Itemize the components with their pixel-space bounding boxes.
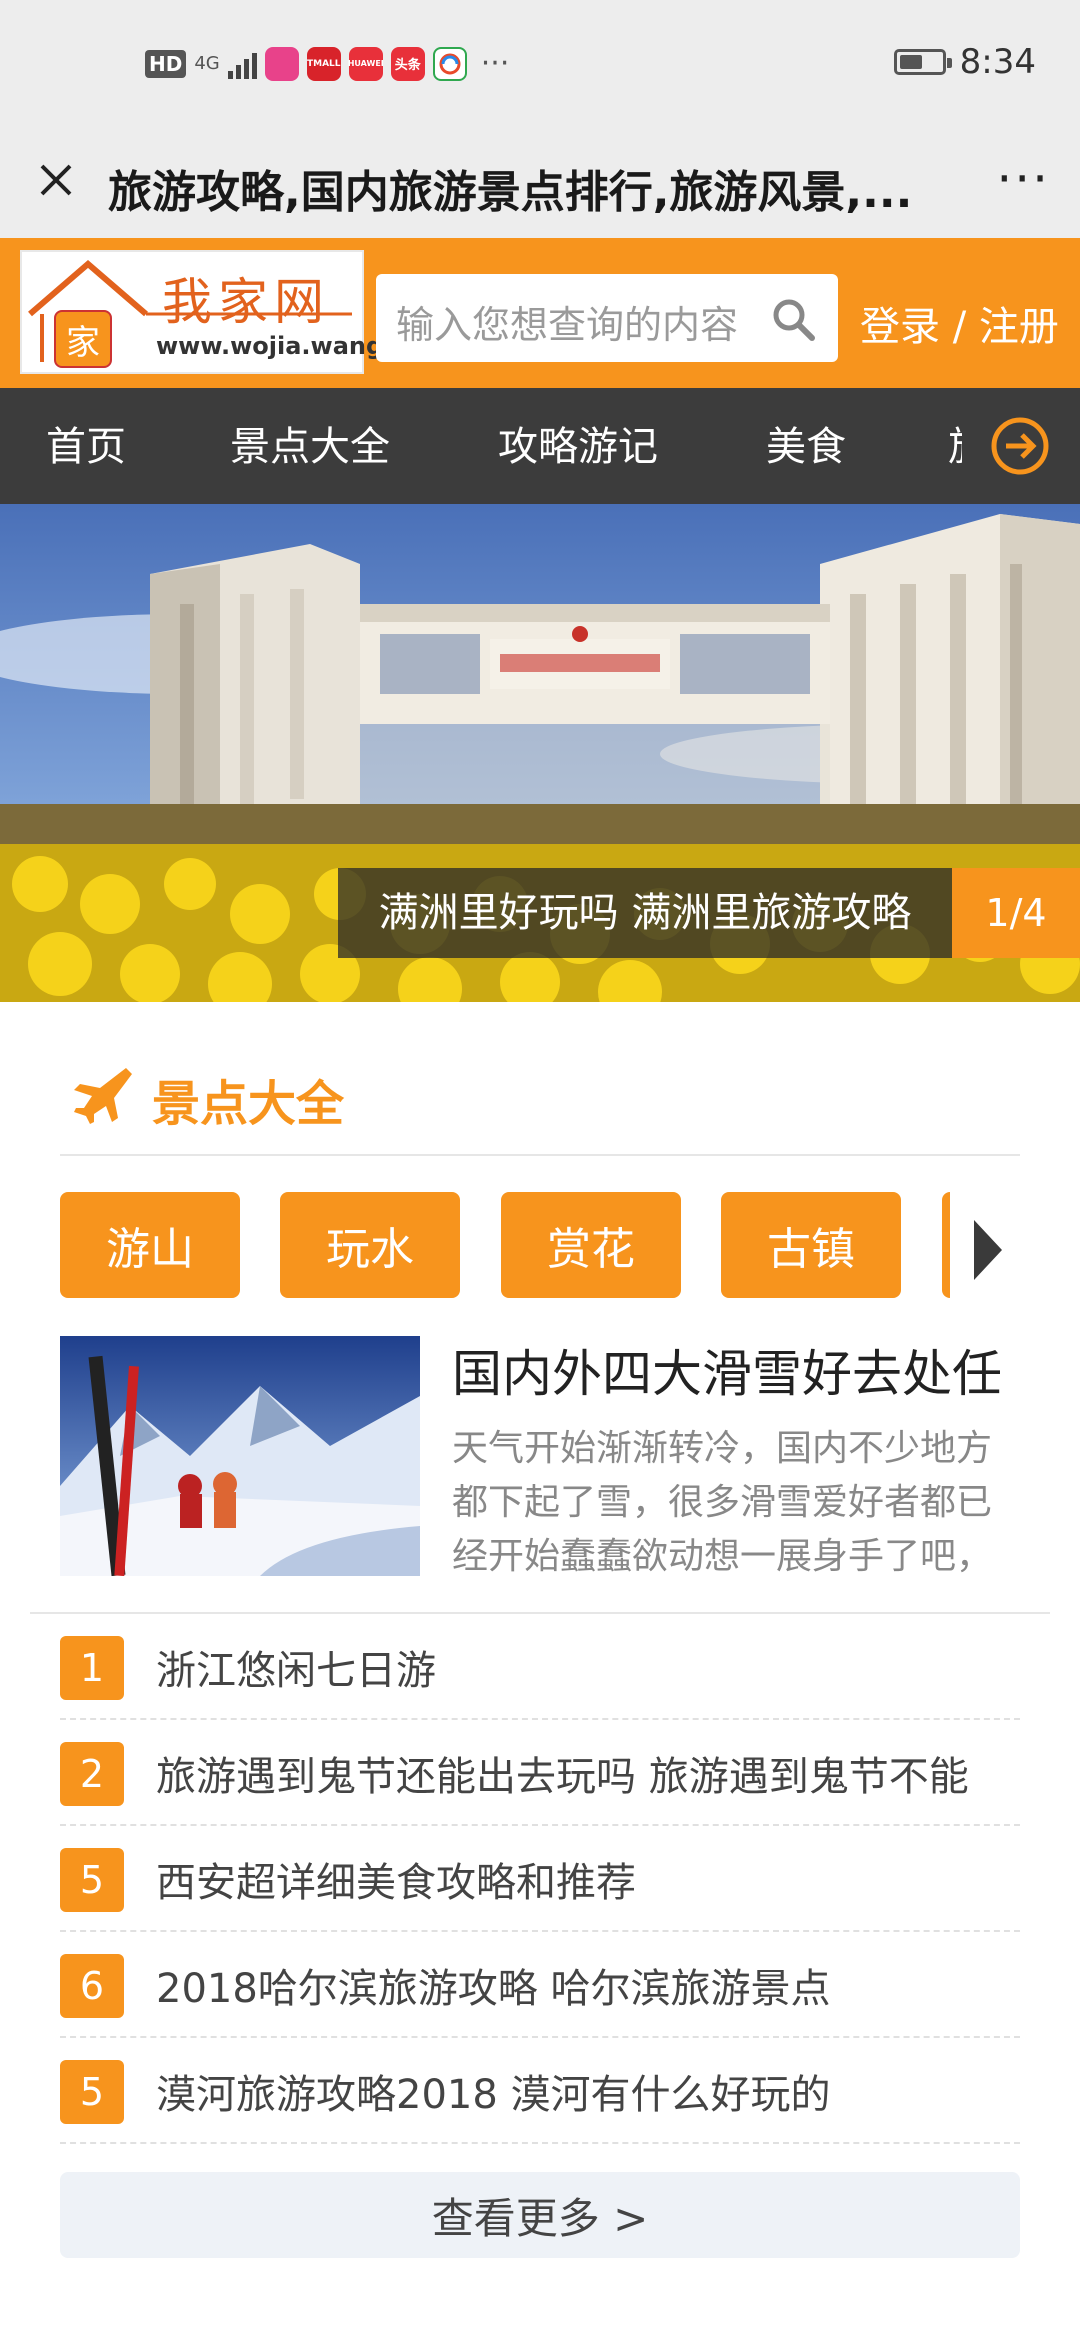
hd-indicator: HD: [145, 49, 187, 78]
logo-badge: 家: [54, 310, 112, 368]
nav-item-attractions[interactable]: 景点大全: [230, 414, 390, 472]
view-more-button[interactable]: 查看更多 >: [60, 2172, 1020, 2258]
article-list: 1 浙江悠闲七日游 2 旅游遇到鬼节还能出去玩吗 旅游遇到鬼节不能 5 西安超详…: [60, 1614, 1020, 2144]
triangle-right-icon[interactable]: [970, 1220, 1006, 1280]
tmall-icon: TMALL: [306, 46, 341, 81]
rank-badge: 1: [60, 1636, 124, 1700]
main-nav: 首页 景点大全 攻略游记 美食 旅: [0, 388, 1080, 504]
hero-banner[interactable]: 满洲里好玩吗 满洲里旅游攻略 1/4: [0, 504, 1080, 1002]
nav-item-guides[interactable]: 攻略游记: [498, 414, 658, 472]
huawei-icon: HUAWEI: [348, 46, 384, 81]
section-title: 景点大全: [152, 1076, 345, 1132]
banner-caption[interactable]: 满洲里好玩吗 满洲里旅游攻略: [338, 868, 952, 958]
rank-badge: 6: [60, 1954, 124, 2018]
browser-icon: [432, 46, 467, 81]
list-item[interactable]: 5 西安超详细美食攻略和推荐: [60, 1826, 1020, 1932]
close-icon[interactable]: [28, 152, 84, 208]
page-title: 旅游攻略,国内旅游景点排行,旅游风景,...: [108, 167, 908, 218]
signal-icon: [227, 49, 257, 79]
list-item-title[interactable]: 漠河旅游攻略2018 漠河有什么好玩的: [156, 2062, 1026, 2120]
list-item-title[interactable]: 浙江悠闲七日游: [156, 1638, 1026, 1696]
section-header: 景点大全: [60, 1060, 1020, 1156]
tag-mountain[interactable]: 游山: [60, 1192, 240, 1298]
search-input[interactable]: 输入您想查询的内容: [396, 294, 766, 349]
network-type: 4G: [194, 52, 220, 74]
arrow-right-circle-icon[interactable]: [988, 414, 1052, 478]
site-logo[interactable]: 家 我家网 www.wojia.wang: [20, 250, 383, 374]
list-item-title[interactable]: 西安超详细美食攻略和推荐: [156, 1850, 1026, 1908]
status-icons: HD 4G TMALL HUAWEI 头条 ···: [145, 46, 509, 81]
airplane-icon: [74, 1068, 132, 1124]
list-item[interactable]: 5 漠河旅游攻略2018 漠河有什么好玩的: [60, 2038, 1020, 2144]
tag-water[interactable]: 玩水: [280, 1192, 460, 1298]
tag-flowers[interactable]: 赏花: [501, 1192, 681, 1298]
status-bar: HD 4G TMALL HUAWEI 头条 ··· 8:34: [0, 0, 1080, 130]
category-tags: 游山 玩水 赏花 古镇: [60, 1192, 1040, 1298]
nav-item-food[interactable]: 美食: [766, 414, 846, 472]
banner-counter: 1/4: [952, 868, 1080, 958]
toutiao-icon: 头条: [390, 46, 425, 81]
browser-title-bar: 旅游攻略,国内旅游景点排行,旅游风景,... ···: [0, 130, 1080, 238]
nav-item-home[interactable]: 首页: [46, 414, 126, 472]
logo-url: www.wojia.wang: [156, 332, 384, 360]
battery-level: [899, 55, 922, 69]
feature-thumbnail[interactable]: [60, 1336, 420, 1576]
tag-ancient-town[interactable]: 古镇: [721, 1192, 901, 1298]
list-item[interactable]: 1 浙江悠闲七日游: [60, 1614, 1020, 1720]
feature-description: 天气开始渐渐转冷，国内不少地方都下起了雪，很多滑雪爱好者都已经开始蠢蠢欲动想一展…: [452, 1428, 993, 1577]
search-icon[interactable]: [770, 296, 816, 342]
nav-item-partial[interactable]: 旅: [948, 414, 962, 472]
tag-partial[interactable]: [942, 1192, 950, 1298]
feature-title[interactable]: 国内外四大滑雪好去处任: [452, 1334, 1052, 1406]
clock: 8:34: [959, 42, 1036, 82]
list-item[interactable]: 6 2018哈尔滨旅游攻略 哈尔滨旅游景点: [60, 1932, 1020, 2038]
list-item[interactable]: 2 旅游遇到鬼节还能出去玩吗 旅游遇到鬼节不能: [60, 1720, 1020, 1826]
battery-icon: [893, 49, 952, 75]
colorful-app-icon: [264, 46, 299, 81]
status-right: 8:34: [893, 42, 1036, 82]
login-register-link[interactable]: 登录 / 注册: [860, 294, 1059, 352]
more-notifications-icon: ···: [480, 46, 510, 81]
ski-mountain-image: [60, 1336, 420, 1576]
search-box[interactable]: 输入您想查询的内容: [376, 274, 838, 362]
site-header: 家 我家网 www.wojia.wang 输入您想查询的内容 登录 / 注册: [0, 238, 1080, 388]
list-item-title[interactable]: 旅游遇到鬼节还能出去玩吗 旅游遇到鬼节不能: [156, 1744, 1026, 1802]
logo-name: 我家网: [162, 273, 330, 331]
list-item-title[interactable]: 2018哈尔滨旅游攻略 哈尔滨旅游景点: [156, 1956, 1026, 2014]
rank-badge: 2: [60, 1742, 124, 1806]
rank-badge: 5: [60, 2060, 124, 2124]
rank-badge: 5: [60, 1848, 124, 1912]
more-options-icon[interactable]: ···: [996, 150, 1050, 208]
